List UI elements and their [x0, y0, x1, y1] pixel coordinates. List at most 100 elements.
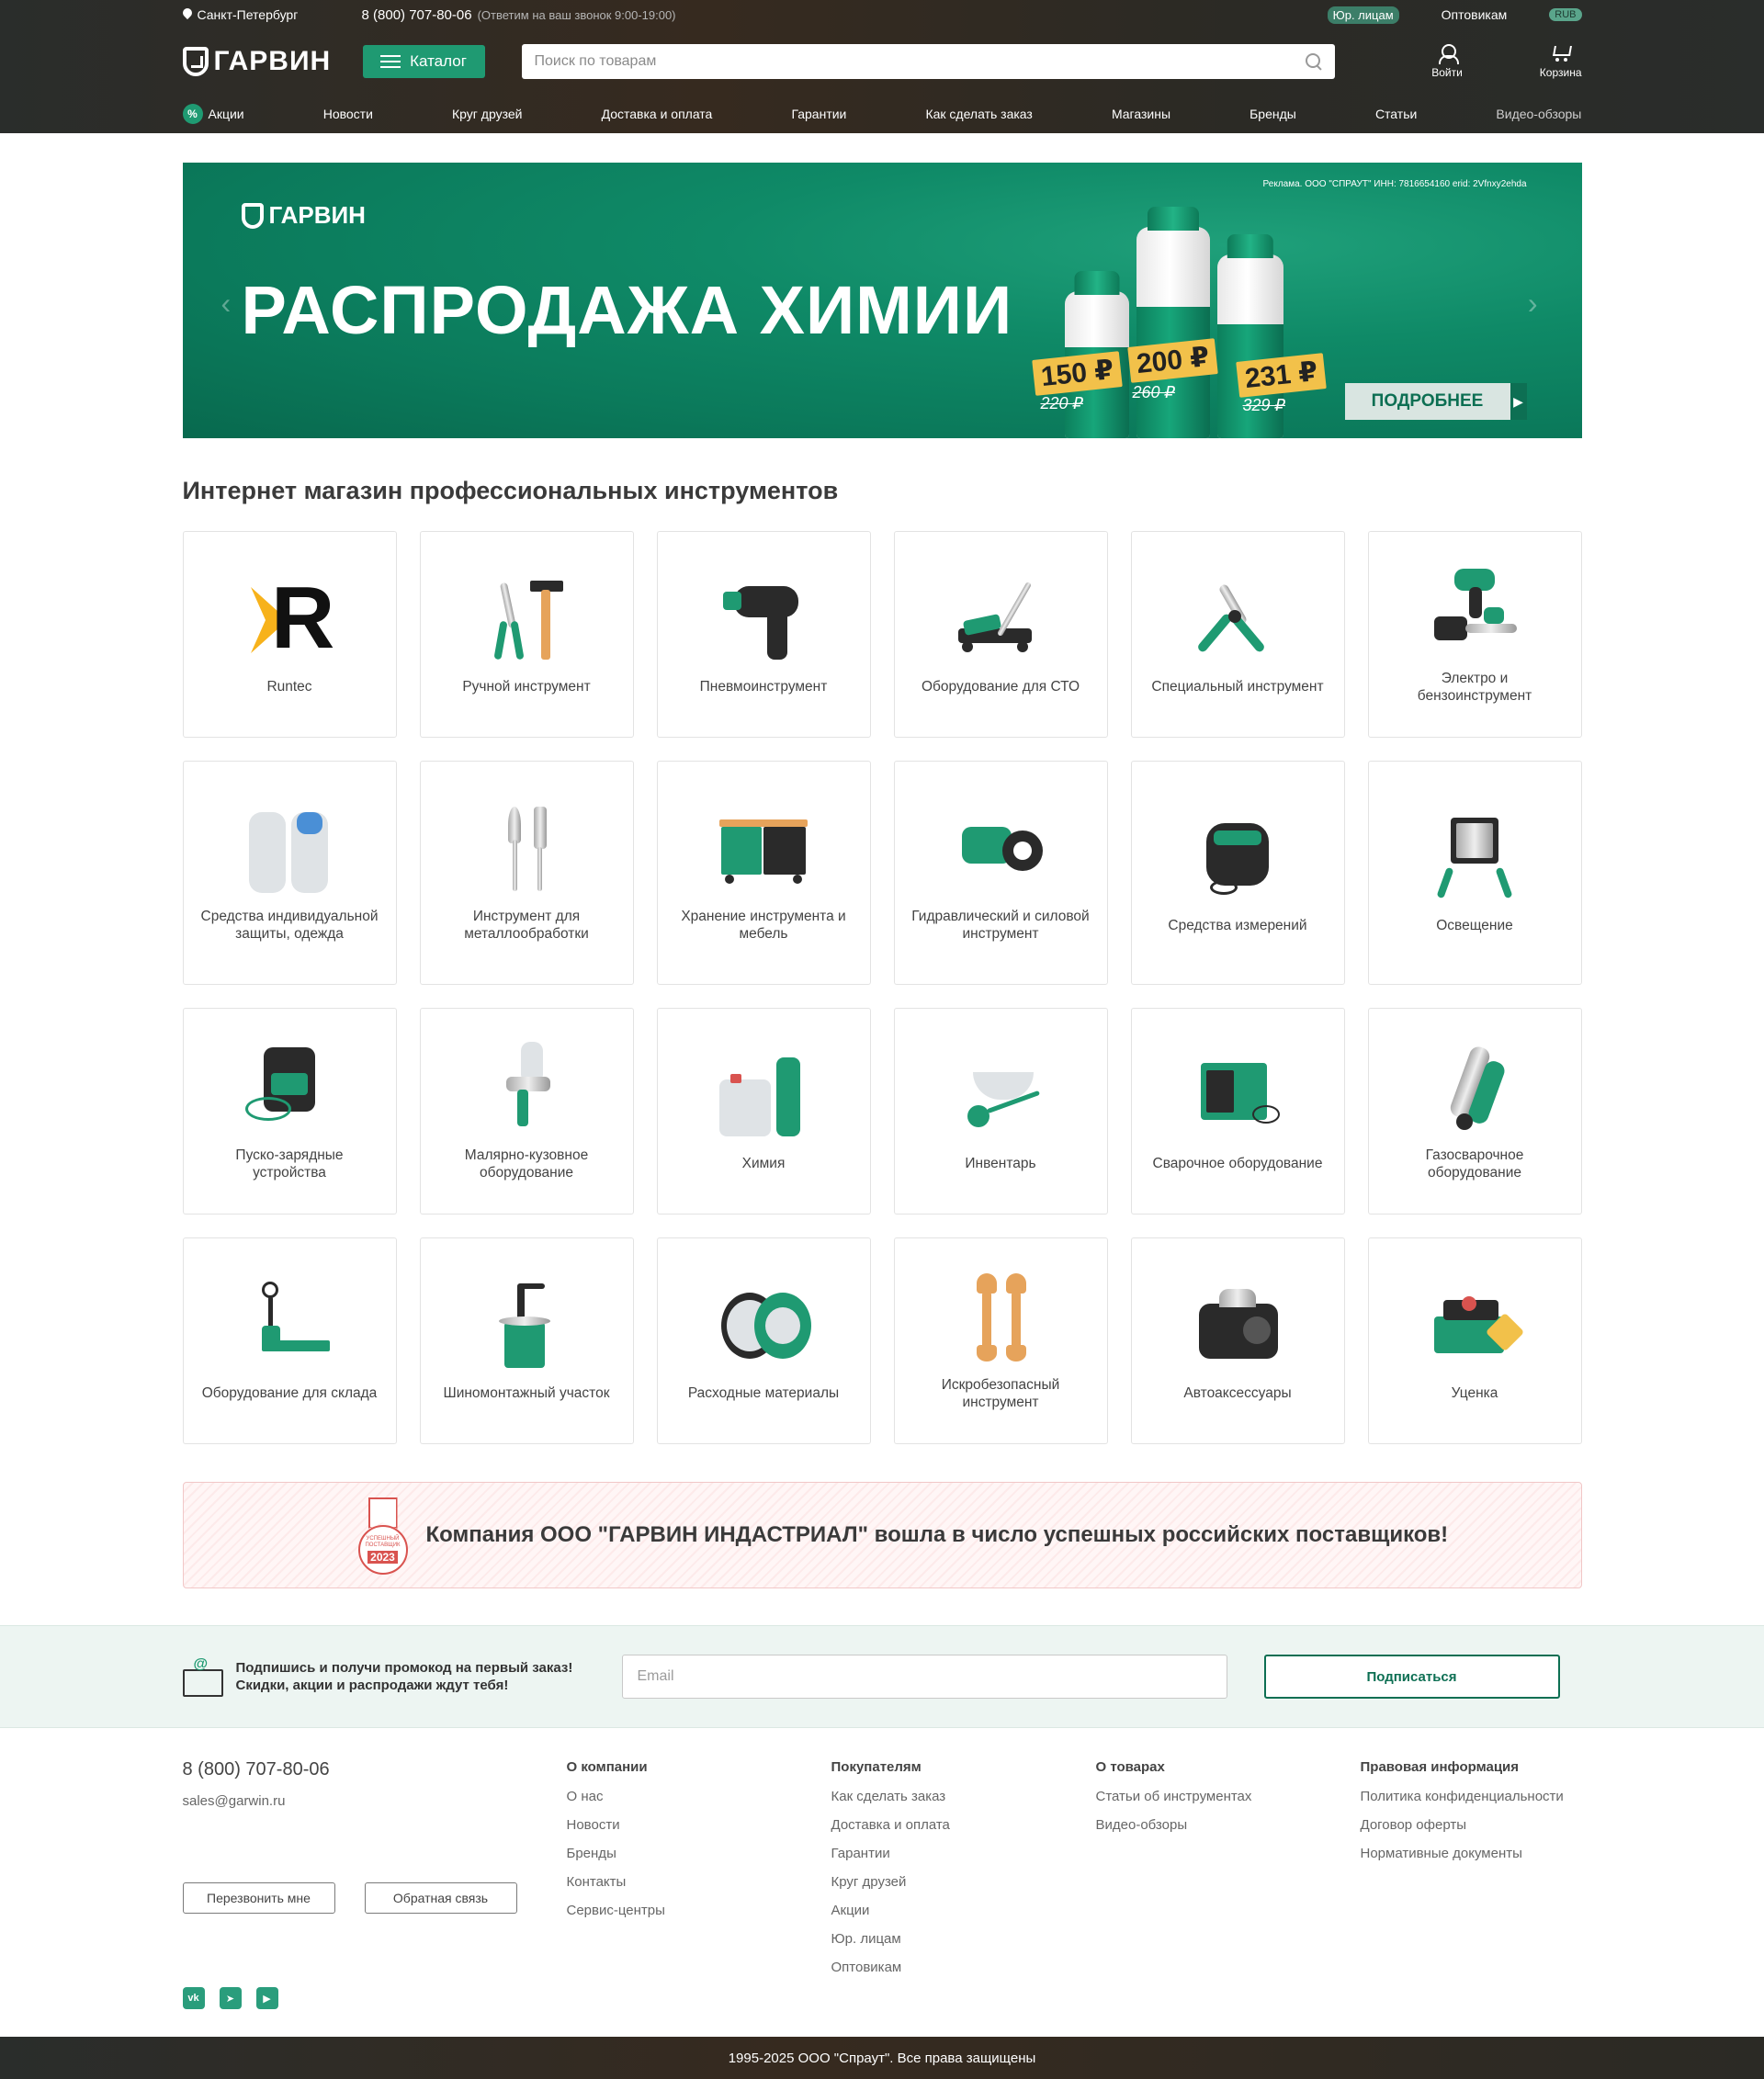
footer-link-offer[interactable]: Договор оферты — [1361, 1816, 1581, 1834]
cart-button[interactable]: Корзина — [1540, 44, 1582, 79]
subscribe-button[interactable]: Подписаться — [1263, 1655, 1560, 1699]
footer-link-guarantees[interactable]: Гарантии — [831, 1845, 1096, 1862]
footer-link-promotions[interactable]: Акции — [831, 1902, 1096, 1919]
wholesale-link[interactable]: Оптовикам — [1442, 7, 1508, 22]
footer-link-delivery[interactable]: Доставка и оплата — [831, 1816, 1096, 1834]
category-name: Сварочное оборудование — [1152, 1156, 1323, 1171]
category-card-welding[interactable]: Сварочное оборудование — [1130, 1008, 1345, 1215]
category-card-lighting[interactable]: Освещение — [1367, 761, 1582, 985]
footer-link-articles[interactable]: Статьи об инструментах — [1096, 1788, 1361, 1805]
award-banner[interactable]: УСПЕШНЫЙ ПОСТАВЩИК 2023 Компания ООО "ГА… — [182, 1482, 1582, 1588]
category-card-car-accessories[interactable]: Автоаксессуары — [1130, 1237, 1345, 1444]
nav-item-guarantees[interactable]: Гарантии — [791, 107, 846, 121]
footer-link-how-to-order[interactable]: Как сделать заказ — [831, 1788, 1096, 1805]
floor-jack-icon — [955, 573, 1046, 665]
category-card-spark-free[interactable]: Искробезопасный инструмент — [893, 1237, 1108, 1444]
category-card-hydraulic[interactable]: Гидравлический и силовой инструмент — [893, 761, 1108, 985]
category-card-special-tools[interactable]: Специальный инструмент — [1130, 531, 1345, 738]
nav-item-stores[interactable]: Магазины — [1112, 107, 1170, 121]
category-card-painting[interactable]: Малярно-кузовное оборудование — [419, 1008, 634, 1215]
main-nav: % Акции Новости Круг друзей Доставка и оп… — [182, 94, 1582, 133]
category-card-inventory[interactable]: Инвентарь — [893, 1008, 1108, 1215]
nav-item-friends[interactable]: Круг друзей — [452, 107, 522, 121]
category-card-garage-equipment[interactable]: Оборудование для СТО — [893, 531, 1108, 738]
old-price-1: 220 ₽ — [1040, 394, 1084, 412]
legal-entities-link[interactable]: Юр. лицам — [1327, 6, 1399, 24]
callback-button[interactable]: Перезвонить мне — [182, 1882, 335, 1914]
vk-icon[interactable]: vk — [182, 1987, 205, 2009]
category-card-storage[interactable]: Хранение инструмента и мебель — [656, 761, 871, 985]
footer-link-regulations[interactable]: Нормативные документы — [1361, 1845, 1581, 1862]
category-card-warehouse[interactable]: Оборудование для склада — [182, 1237, 397, 1444]
pliers-hammer-icon — [481, 573, 572, 665]
category-card-pneumatic[interactable]: Пневмоинструмент — [656, 531, 871, 738]
nav-item-promotions[interactable]: % Акции — [182, 103, 244, 124]
category-card-jump-starters[interactable]: Пуско-зарядные устройства — [182, 1008, 397, 1215]
category-name: Шиномонтажный участок — [443, 1385, 610, 1401]
feedback-button[interactable]: Обратная связь — [364, 1882, 517, 1914]
login-button[interactable]: Войти — [1431, 44, 1463, 79]
banner-next-arrow-icon[interactable]: › — [1528, 287, 1538, 321]
city-selector[interactable]: Санкт-Петербург — [183, 7, 362, 22]
nav-label: Акции — [208, 106, 244, 121]
youtube-icon[interactable]: ▶ — [255, 1987, 278, 2009]
category-card-discount[interactable]: Уценка — [1367, 1237, 1582, 1444]
nav-item-how-to-order[interactable]: Как сделать заказ — [925, 107, 1032, 121]
category-name: Электро и бензоинструмент — [1417, 670, 1532, 704]
category-card-tire-service[interactable]: Шиномонтажный участок — [419, 1237, 634, 1444]
nav-item-articles[interactable]: Статьи — [1375, 107, 1417, 121]
footer-link-about[interactable]: О нас — [567, 1788, 831, 1805]
banner-prev-arrow-icon[interactable]: ‹ — [221, 287, 232, 321]
search-icon[interactable] — [1305, 53, 1322, 70]
logo-shield-icon — [241, 202, 264, 229]
footer-column-buyers: Покупателям Как сделать заказ Доставка и… — [831, 1759, 1096, 2035]
footer-link-friends[interactable]: Круг друзей — [831, 1873, 1096, 1891]
category-card-metalworking[interactable]: Инструмент для металлообработки — [419, 761, 634, 985]
logo-text: ГАРВИН — [213, 46, 332, 76]
category-card-chemicals[interactable]: Химия — [656, 1008, 871, 1215]
footer-link-wholesale[interactable]: Оптовикам — [831, 1959, 1096, 1976]
footer-link-video-reviews[interactable]: Видео-обзоры — [1096, 1816, 1361, 1834]
currency-selector[interactable]: RUB — [1549, 8, 1582, 21]
category-grid: Runtec Ручной инструмент Пневмои — [182, 531, 1582, 1467]
more-label: ПОДРОБНЕЕ — [1371, 391, 1484, 411]
category-card-gas-welding[interactable]: Газосварочное оборудование — [1367, 1008, 1582, 1215]
catalog-button[interactable]: Каталог — [362, 45, 485, 78]
nav-item-video-reviews[interactable]: Видео-обзоры — [1496, 107, 1581, 121]
footer-link-service-centers[interactable]: Сервис-центры — [567, 1902, 831, 1919]
footer-column-company: О компании О нас Новости Бренды Контакты… — [567, 1759, 831, 2035]
category-card-consumables[interactable]: Расходные материалы — [656, 1237, 871, 1444]
promo-banner[interactable]: ГАРВИН РАСПРОДАЖА ХИМИИ Реклама. ООО "СП… — [182, 163, 1582, 438]
site-logo[interactable]: ГАРВИН — [182, 46, 363, 77]
telegram-icon[interactable]: ➤ — [219, 1987, 242, 2009]
footer-email[interactable]: sales@garwin.ru — [183, 1793, 567, 1809]
jump-starter-icon — [243, 1042, 335, 1134]
cart-icon — [1551, 44, 1571, 62]
menu-icon — [380, 55, 401, 68]
category-card-power-tools[interactable]: Электро и бензоинструмент — [1367, 531, 1582, 738]
email-field[interactable] — [621, 1655, 1227, 1699]
footer-link-contacts[interactable]: Контакты — [567, 1873, 831, 1891]
footer-phone[interactable]: 8 (800) 707-80-06 — [183, 1759, 567, 1780]
category-card-ppe[interactable]: Средства индивидуальной защиты, одежда — [182, 761, 397, 985]
footer-link-legal-entities[interactable]: Юр. лицам — [831, 1930, 1096, 1948]
footer-link-brands[interactable]: Бренды — [567, 1845, 831, 1862]
topbar: Санкт-Петербург 8 (800) 707-80-06 (Ответ… — [183, 0, 1582, 29]
category-card-hand-tools[interactable]: Ручной инструмент — [419, 531, 634, 738]
category-card-measuring[interactable]: Средства измерений — [1130, 761, 1345, 985]
newsletter-text: Подпишись и получи промокод на первый за… — [236, 1659, 622, 1694]
site-footer: 8 (800) 707-80-06 sales@garwin.ru Перезв… — [0, 1728, 1764, 2055]
supplier-award-medal-icon: УСПЕШНЫЙ ПОСТАВЩИК 2023 — [357, 1497, 408, 1575]
car-compressor-icon — [1192, 1280, 1283, 1372]
nav-item-brands[interactable]: Бренды — [1250, 107, 1296, 121]
runtec-logo-icon — [243, 568, 335, 669]
search-input[interactable] — [534, 53, 1306, 70]
nav-item-delivery[interactable]: Доставка и оплата — [602, 107, 713, 121]
footer-link-privacy[interactable]: Политика конфиденциальности — [1361, 1788, 1581, 1805]
header-phone[interactable]: 8 (800) 707-80-06 — [362, 7, 472, 23]
footer-link-news[interactable]: Новости — [567, 1816, 831, 1834]
nav-item-news[interactable]: Новости — [323, 107, 373, 121]
tire-changer-icon — [481, 1280, 572, 1372]
category-card-runtec[interactable]: Runtec — [182, 531, 397, 738]
banner-more-button[interactable]: ПОДРОБНЕЕ ▶ — [1344, 383, 1527, 420]
